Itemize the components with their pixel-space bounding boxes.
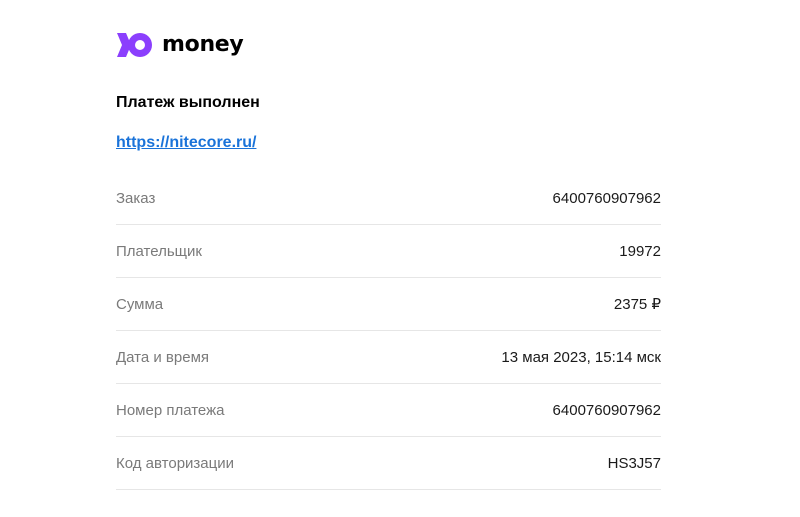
detail-label: Сумма — [116, 295, 164, 313]
detail-label: Дата и время — [116, 348, 210, 366]
yoomoney-logo-icon — [117, 33, 152, 57]
detail-row-payment-number: Номер платежа 6400760907962 — [116, 384, 661, 437]
page-title: Платеж выполнен — [116, 94, 260, 111]
detail-value: 19972 — [619, 242, 661, 260]
detail-value: HS3J57 — [607, 454, 661, 472]
detail-row-datetime: Дата и время 13 мая 2023, 15:14 мск — [116, 331, 661, 384]
detail-label: Номер платежа — [116, 401, 225, 419]
receipt-details: Заказ 6400760907962 Плательщик 19972 Сум… — [116, 172, 661, 490]
detail-value: 6400760907962 — [552, 401, 661, 419]
merchant-link[interactable]: https://nitecore.ru/ — [116, 133, 256, 153]
detail-value: 13 мая 2023, 15:14 мск — [501, 348, 661, 366]
brand-name: money — [162, 32, 244, 57]
detail-label: Плательщик — [116, 242, 202, 260]
brand-logo: money — [116, 31, 244, 59]
detail-row-auth-code: Код авторизации HS3J57 — [116, 437, 661, 490]
detail-label: Код авторизации — [116, 454, 234, 472]
payment-receipt: money Платеж выполнен https://nitecore.r… — [0, 0, 800, 517]
detail-value: 2375 ₽ — [613, 296, 661, 313]
detail-row-payer: Плательщик 19972 — [116, 225, 661, 278]
detail-row-order: Заказ 6400760907962 — [116, 172, 661, 225]
detail-row-amount: Сумма 2375 ₽ — [116, 278, 661, 331]
detail-label: Заказ — [116, 189, 156, 207]
detail-value: 6400760907962 — [552, 189, 661, 207]
